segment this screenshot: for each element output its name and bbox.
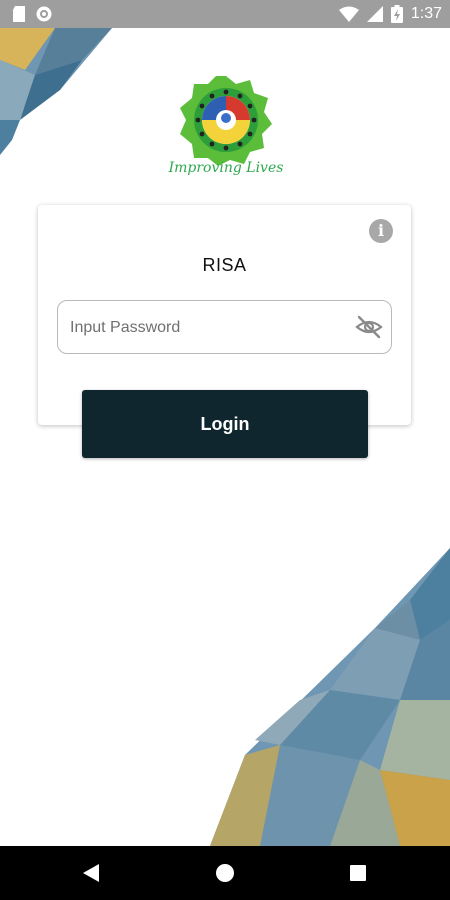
app-logo — [164, 72, 288, 196]
info-icon[interactable]: i — [369, 219, 393, 243]
back-icon[interactable] — [83, 864, 99, 882]
password-input[interactable] — [68, 301, 352, 355]
eye-off-icon[interactable] — [355, 315, 383, 339]
recents-icon[interactable] — [350, 865, 366, 881]
logo-tagline: Improving Lives — [168, 160, 284, 176]
navigation-bar — [0, 846, 450, 900]
password-field — [57, 300, 392, 355]
login-button[interactable]: Login — [82, 390, 368, 458]
home-icon[interactable] — [216, 864, 234, 882]
app-title: RISA — [202, 255, 247, 275]
